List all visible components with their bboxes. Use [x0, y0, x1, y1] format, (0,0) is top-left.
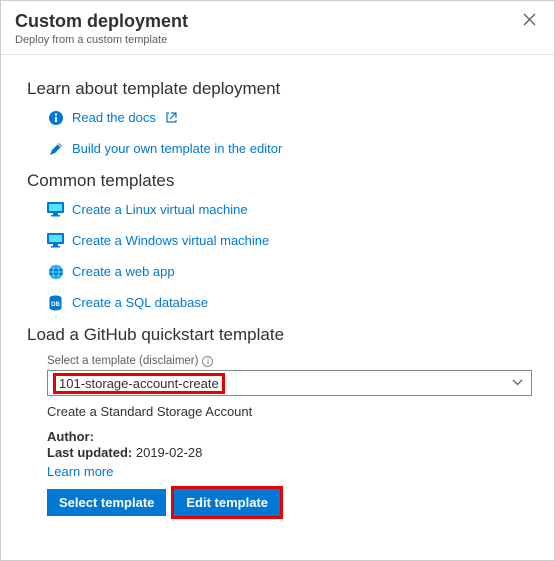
vm-icon [47, 232, 64, 249]
link-read-docs[interactable]: Read the docs [47, 109, 528, 126]
external-link-icon [166, 112, 177, 123]
database-icon: DB [47, 294, 64, 311]
label-text: Select a template (disclaimer) [47, 355, 198, 367]
link-label: Read the docs [72, 110, 156, 125]
link-web-app[interactable]: Create a web app [47, 263, 528, 280]
template-select[interactable]: 101-storage-account-create [47, 370, 532, 396]
section-heading-common: Common templates [27, 171, 528, 191]
link-label: Create a Linux virtual machine [72, 202, 248, 217]
updated-row: Last updated: 2019-02-28 [47, 445, 528, 460]
section-heading-github: Load a GitHub quickstart template [27, 325, 528, 345]
updated-label: Last updated: [47, 445, 132, 460]
pencil-icon [47, 140, 64, 157]
link-sql-db[interactable]: DB Create a SQL database [47, 294, 528, 311]
info-icon[interactable]: i [202, 356, 213, 367]
updated-value: 2019-02-28 [136, 445, 203, 460]
svg-text:DB: DB [51, 302, 60, 308]
page-subtitle: Deploy from a custom template [15, 34, 188, 46]
button-row: Select template Edit template [47, 489, 528, 516]
link-label: Build your own template in the editor [72, 141, 282, 156]
author-label: Author: [47, 429, 94, 444]
select-template-label: Select a template (disclaimer) i [47, 355, 528, 367]
globe-icon [47, 263, 64, 280]
content-area: Learn about template deployment Read the… [1, 55, 554, 530]
link-label: Create a Windows virtual machine [72, 233, 269, 248]
link-label: Create a SQL database [72, 295, 208, 310]
close-button[interactable] [519, 11, 540, 33]
chevron-down-icon [512, 377, 523, 389]
template-metadata: Author: Last updated: 2019-02-28 [47, 429, 528, 460]
learn-more-link[interactable]: Learn more [47, 464, 528, 479]
template-select-wrapper: 101-storage-account-create [47, 370, 528, 396]
edit-template-button[interactable]: Edit template [174, 489, 280, 516]
selected-value: 101-storage-account-create [53, 373, 225, 394]
vm-icon [47, 201, 64, 218]
header-text: Custom deployment Deploy from a custom t… [15, 11, 188, 46]
link-windows-vm[interactable]: Create a Windows virtual machine [47, 232, 528, 249]
page-title: Custom deployment [15, 11, 188, 32]
blade-header: Custom deployment Deploy from a custom t… [1, 1, 554, 55]
link-label: Create a web app [72, 264, 175, 279]
close-icon [523, 13, 536, 26]
info-icon [47, 109, 64, 126]
link-linux-vm[interactable]: Create a Linux virtual machine [47, 201, 528, 218]
template-description: Create a Standard Storage Account [47, 404, 528, 419]
link-build-template[interactable]: Build your own template in the editor [47, 140, 528, 157]
section-heading-learn: Learn about template deployment [27, 79, 528, 99]
author-row: Author: [47, 429, 528, 444]
select-template-button[interactable]: Select template [47, 489, 166, 516]
